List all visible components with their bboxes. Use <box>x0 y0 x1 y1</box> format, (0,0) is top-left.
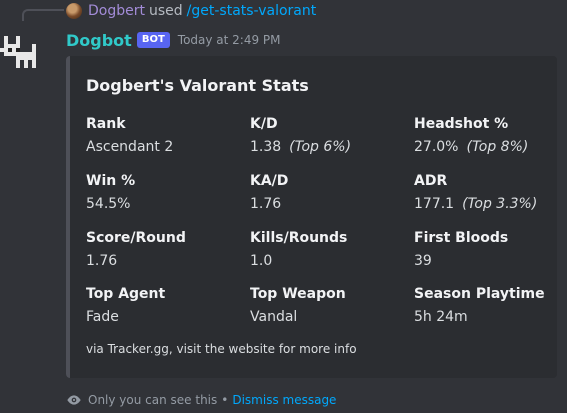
field-name: Headshot % <box>414 116 509 132</box>
embed-title: Dogbert's Valorant Stats <box>86 76 309 95</box>
command-reply: Dogbert used /get-stats-valorant <box>66 0 316 22</box>
field-first-bloods: First Bloods 39 <box>414 229 557 270</box>
field-value: Ascendant 2 <box>86 139 174 155</box>
field-name: Top Agent <box>86 286 166 302</box>
field-name: Win % <box>86 173 136 189</box>
field-value: 5h 24m <box>414 309 468 325</box>
field-score-round: Score/Round 1.76 <box>86 229 246 270</box>
eye-icon <box>66 392 82 408</box>
bot-username[interactable]: Dogbot <box>66 31 132 50</box>
field-value: Fade <box>86 309 119 325</box>
field-value: 177.1 (Top 3.3%) <box>414 196 538 212</box>
field-value: 1.38 (Top 6%) <box>250 139 352 155</box>
reply-username[interactable]: Dogbert <box>88 3 145 19</box>
field-name: Kills/Rounds <box>250 230 348 246</box>
user-avatar-small[interactable] <box>66 3 82 19</box>
field-value: 39 <box>414 253 432 269</box>
field-name: KA/D <box>250 173 289 189</box>
field-kad: KA/D 1.76 <box>250 172 410 213</box>
bot-avatar[interactable] <box>0 32 40 72</box>
field-kd: K/D 1.38 (Top 6%) <box>250 115 410 156</box>
field-name: ADR <box>414 173 448 189</box>
field-adr: ADR 177.1 (Top 3.3%) <box>414 172 557 213</box>
field-name: K/D <box>250 116 278 132</box>
field-top-agent: Top Agent Fade <box>86 285 246 326</box>
field-name: Score/Round <box>86 230 186 246</box>
field-value: 54.5% <box>86 196 131 212</box>
field-rank: Rank Ascendant 2 <box>86 115 246 156</box>
dismiss-message-link[interactable]: Dismiss message <box>232 393 336 407</box>
embed-accent-bar <box>66 56 70 378</box>
field-name: Rank <box>86 116 126 132</box>
ephemeral-text: Only you can see this <box>88 393 218 407</box>
field-value: 1.0 <box>250 253 273 269</box>
field-win-rate: Win % 54.5% <box>86 172 246 213</box>
field-kills-rounds: Kills/Rounds 1.0 <box>250 229 410 270</box>
field-name: First Bloods <box>414 230 509 246</box>
reply-connector-line <box>22 9 64 21</box>
message-header: Dogbot BOT Today at 2:49 PM <box>66 28 281 52</box>
message-timestamp[interactable]: Today at 2:49 PM <box>178 33 281 47</box>
separator: • <box>221 393 229 407</box>
stats-embed: Dogbert's Valorant Stats Rank Ascendant … <box>66 56 557 378</box>
field-season-playtime: Season Playtime 5h 24m <box>414 285 557 326</box>
ephemeral-notice: Only you can see this • Dismiss message <box>66 389 336 411</box>
slash-command-link[interactable]: /get-stats-valorant <box>187 3 317 19</box>
field-headshot: Headshot % 27.0% (Top 8%) <box>414 115 557 156</box>
field-value: Vandal <box>250 309 298 325</box>
field-name: Top Weapon <box>250 286 346 302</box>
embed-footer: via Tracker.gg, visit the website for mo… <box>86 342 357 356</box>
field-top-weapon: Top Weapon Vandal <box>250 285 410 326</box>
reply-used-text: used <box>148 3 183 19</box>
field-value: 27.0% (Top 8%) <box>414 139 529 155</box>
field-value: 1.76 <box>250 196 282 212</box>
bot-badge: BOT <box>136 32 170 48</box>
field-name: Season Playtime <box>414 286 545 302</box>
field-value: 1.76 <box>86 253 118 269</box>
